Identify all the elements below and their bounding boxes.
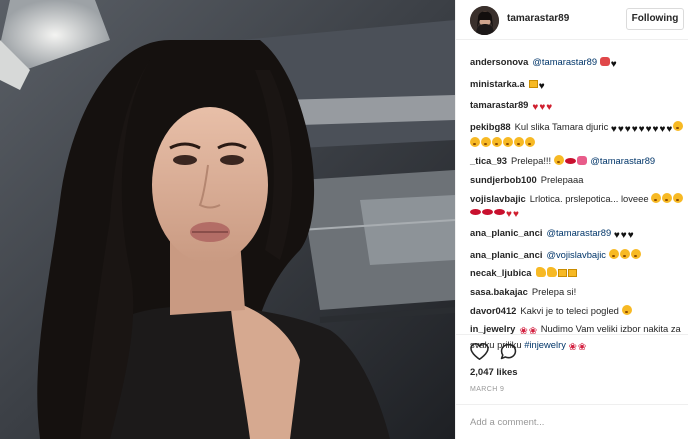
red-heart-icon: ♥: [539, 102, 546, 114]
comment-username[interactable]: in_jewelry: [470, 323, 515, 334]
lips-icon: [564, 158, 576, 165]
comment-username[interactable]: sundjerbob100: [470, 174, 537, 185]
comment-row: ministarka.a ♥: [470, 77, 685, 93]
black-heart-icon: ♥: [627, 230, 634, 242]
post-container: tamarastar89 Following andersonova @tamar…: [0, 0, 688, 439]
black-heart-icon: ♥: [610, 123, 617, 135]
comment-username[interactable]: vojislavbajic: [470, 193, 526, 204]
avatar[interactable]: [470, 6, 499, 35]
post-author-username[interactable]: tamarastar89: [507, 13, 569, 24]
lips-icon: [470, 208, 481, 215]
comment-username[interactable]: davor0412: [470, 305, 516, 316]
comment-username[interactable]: ana_planic_anci: [470, 227, 542, 238]
comment-row: ana_planic_anci @vojislavbajic: [470, 248, 685, 261]
smiley-face-icon: [621, 304, 632, 315]
comment-text: Kul slika Tamara djuric: [514, 120, 609, 132]
red-heart-icon: ♥: [512, 208, 519, 220]
black-heart-icon: ♥: [631, 123, 638, 135]
black-heart-icon: ♥: [652, 123, 659, 135]
black-heart-icon: ♥: [645, 123, 652, 135]
smiley-face-icon: [514, 136, 524, 147]
black-heart-icon: ♥: [617, 123, 624, 135]
post-header: tamarastar89 Following: [456, 0, 688, 40]
cake-icon: [567, 269, 577, 278]
comment-text: Lrlotica. prslepotica... loveee: [529, 192, 649, 204]
black-heart-icon: ♥: [620, 230, 627, 242]
red-heart-icon: ♥: [506, 208, 512, 220]
comment-mention-link[interactable]: @vojislavbajic: [546, 249, 606, 260]
heart-outline-icon[interactable]: [470, 342, 489, 363]
smiley-face-icon: [481, 136, 491, 147]
comment-row: necak_ljubica: [470, 266, 685, 279]
lips-icon: [494, 208, 505, 215]
black-heart-icon: ♥: [610, 59, 617, 70]
lips-icon: [482, 208, 493, 215]
comments-list: andersonova @tamarastar89 ♥ ministarka.a ♥ t…: [470, 55, 685, 360]
post-date: MARCH 9: [470, 386, 505, 393]
comment-text: Prelepa si!: [531, 285, 577, 297]
red-heart-icon: ♥: [546, 102, 553, 114]
comment-username[interactable]: pekibg88: [470, 121, 511, 132]
smiley-face-icon: [651, 192, 662, 203]
smiley-face-icon: [492, 136, 502, 147]
comment-username[interactable]: necak_ljubica: [470, 267, 532, 278]
black-heart-icon: ♥: [613, 230, 620, 242]
smiley-face-icon: [630, 248, 641, 259]
cat-face-icon: [576, 156, 587, 166]
comment-username[interactable]: tamarastar89: [470, 99, 528, 110]
comment-username[interactable]: ana_planic_anci: [470, 249, 542, 260]
comment-username[interactable]: _tica_93: [470, 155, 507, 166]
add-comment-input[interactable]: [470, 413, 670, 431]
smiley-face-icon: [673, 120, 684, 131]
post-actions: 2,047 likes MARCH 9: [456, 334, 688, 394]
cake-icon: [528, 79, 538, 88]
flexed-biceps-icon: [535, 267, 546, 278]
cake-icon: [557, 269, 567, 278]
smiley-face-icon: [608, 248, 619, 259]
devil-icon: [599, 57, 610, 66]
comment-username[interactable]: sasa.bakajac: [470, 286, 528, 297]
smiley-face-icon: [525, 136, 535, 147]
comment-row: sasa.bakajac Prelepa si!: [470, 285, 685, 298]
black-heart-icon: ♥: [624, 123, 631, 135]
comment-mention-link[interactable]: @tamarastar89: [590, 155, 655, 166]
post-photo[interactable]: [0, 0, 455, 439]
smiley-face-icon: [662, 192, 673, 203]
comment-text: Prelepa!!!: [511, 155, 552, 167]
comment-text: Prelepaaa: [540, 173, 584, 185]
comment-row: andersonova @tamarastar89 ♥: [470, 55, 685, 71]
following-button[interactable]: Following: [626, 8, 684, 30]
comment-row: tamarastar89 ♥♥♥: [470, 98, 685, 114]
smiley-face-icon: [673, 192, 684, 203]
black-heart-icon: ♥: [659, 123, 666, 135]
smiley-face-icon: [503, 136, 513, 147]
likes-count[interactable]: 2,047 likes: [470, 367, 518, 378]
red-heart-icon: ♥: [532, 102, 539, 114]
comment-mention-link[interactable]: @tamarastar89: [532, 56, 597, 67]
comment-text: Kakvi je to teleci pogled: [520, 304, 619, 316]
comment-row: pekibg88 Kul slika Tamara djuric ♥♥♥♥♥♥♥♥…: [470, 120, 685, 149]
comment-username[interactable]: andersonova: [470, 56, 528, 67]
comment-row: _tica_93 Prelepa!!! @tamarastar89: [470, 154, 685, 167]
post-sidebar: tamarastar89 Following andersonova @tamar…: [455, 0, 688, 439]
comment-row: ana_planic_anci @tamarastar89 ♥♥♥: [470, 226, 685, 242]
comment-mention-link[interactable]: @tamarastar89: [546, 227, 611, 238]
black-heart-icon: ♥: [538, 80, 545, 92]
comment-row: sundjerbob100 Prelepaaa: [470, 173, 685, 186]
comment-bubble-icon[interactable]: [500, 343, 517, 363]
comment-row: vojislavbajic Lrlotica. prslepotica... lo…: [470, 192, 685, 221]
smiley-face-icon: [619, 248, 630, 259]
comment-username[interactable]: ministarka.a: [470, 78, 525, 89]
black-heart-icon: ♥: [666, 123, 673, 135]
smiley-face-icon: [553, 155, 564, 166]
black-heart-icon: ♥: [638, 123, 645, 135]
flexed-biceps-icon: [546, 267, 557, 278]
add-comment-bar: [456, 404, 688, 439]
smiley-face-icon: [470, 136, 480, 147]
comment-row: davor0412 Kakvi je to teleci pogled: [470, 304, 685, 317]
